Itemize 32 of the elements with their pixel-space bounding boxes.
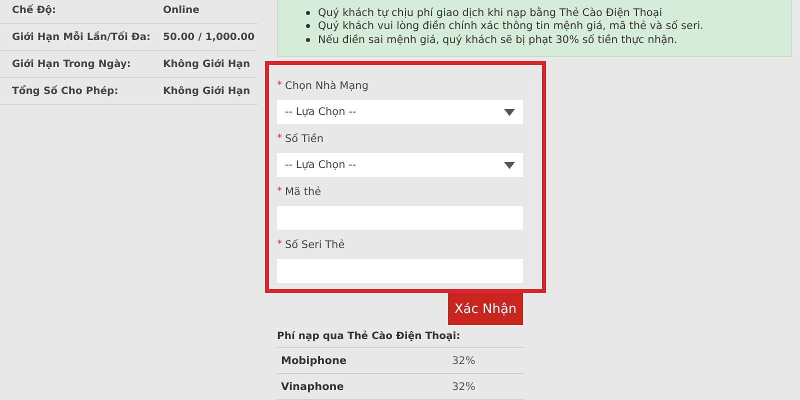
info-label: Giới Hạn Mỗi Lần/Tối Đa: bbox=[12, 32, 152, 42]
notice-text: Nếu điền sai mệnh giá, quý khách sẽ bị phạt 30% số tiền thực nhận. bbox=[318, 34, 678, 46]
required-mark: * bbox=[277, 186, 282, 197]
table-cell: 32% bbox=[452, 354, 476, 366]
table-cell-text: Vinaphone bbox=[281, 380, 345, 392]
table-title: Phí nạp qua Thẻ Cào Điện Thoại: bbox=[277, 325, 524, 348]
caret-icon bbox=[504, 162, 515, 168]
select-field[interactable]: -- Lựa Chọn -- bbox=[277, 100, 523, 124]
info-value: 50.00 / 1,000.00 bbox=[163, 32, 255, 42]
field-label: Mã thẻ bbox=[285, 186, 322, 198]
table-cell: 32% bbox=[452, 380, 476, 392]
field-label: Số Tiền bbox=[285, 132, 324, 144]
select-field[interactable]: -- Lựa Chọn -- bbox=[277, 153, 523, 177]
info-label: Chế Độ: bbox=[12, 4, 57, 16]
required-mark: * bbox=[277, 239, 282, 250]
notice-text: Quý khách vui lòng điền chính xác thông tin mệnh giá, mã thẻ và số seri. bbox=[318, 20, 704, 32]
info-value: Online bbox=[163, 4, 200, 16]
info-label: Giới Hạn Trong Ngày: bbox=[12, 58, 132, 70]
bullet-icon bbox=[306, 24, 310, 28]
info-value: Không Giới Hạn bbox=[163, 58, 250, 70]
required-mark: * bbox=[277, 133, 282, 144]
caret-icon bbox=[504, 108, 515, 116]
notice-text: Quý khách tự chịu phí giao dịch khi nạp bằng Thẻ Cào Điện Thoại bbox=[318, 6, 662, 19]
info-value: Không Giới Hạn bbox=[163, 86, 250, 96]
field-label: Chọn Nhà Mạng bbox=[285, 80, 368, 92]
table-cell-text: Mobiphone bbox=[281, 354, 348, 366]
field-label: Số Seri Thẻ bbox=[285, 238, 345, 250]
submit-button[interactable]: Xác Nhận bbox=[448, 293, 523, 325]
bullet-icon bbox=[306, 10, 310, 15]
bullet-icon bbox=[306, 38, 310, 42]
info-label: Tổng Số Cho Phép: bbox=[12, 86, 120, 96]
required-mark: * bbox=[277, 80, 282, 91]
